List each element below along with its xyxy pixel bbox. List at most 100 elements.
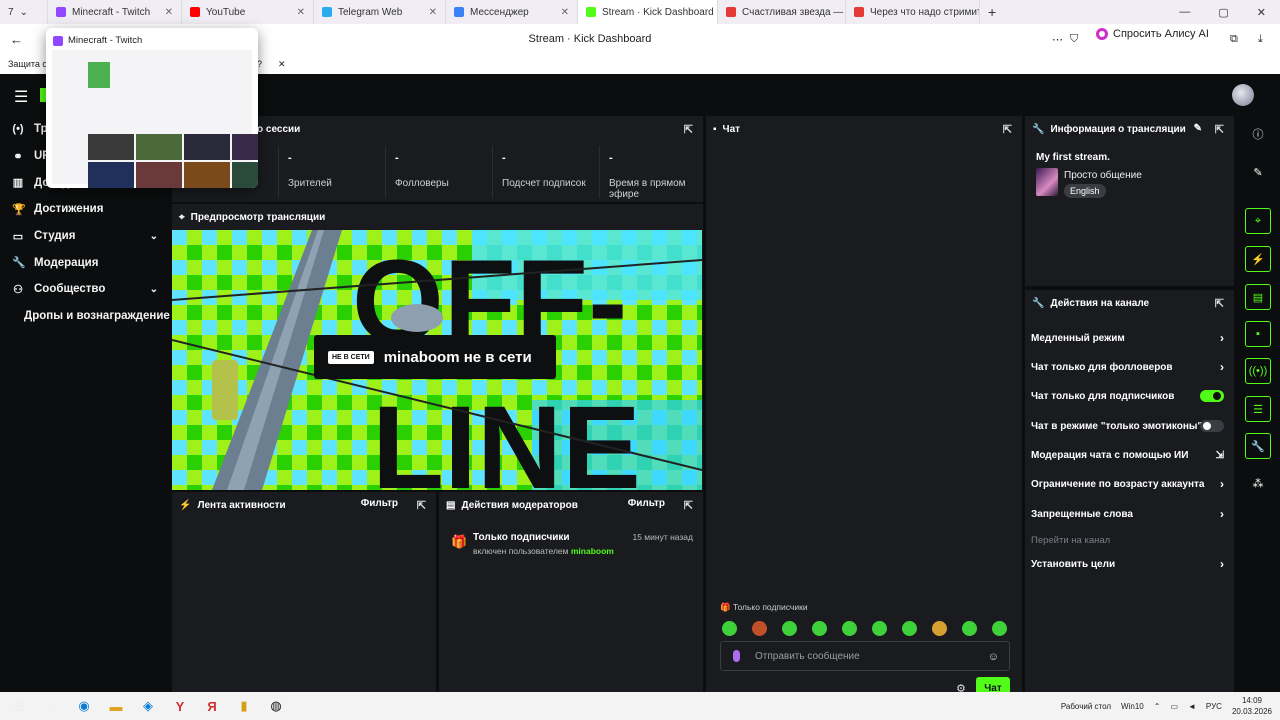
weather-label[interactable]: Win10 [1121, 702, 1144, 711]
minimize-icon[interactable]: — [1179, 6, 1190, 19]
pencil-icon[interactable]: ✎ [1245, 159, 1271, 185]
channel-action[interactable]: Чат только для фолловеров › [1031, 357, 1224, 377]
emote-icon[interactable] [992, 621, 1007, 636]
emote-icon[interactable] [902, 621, 917, 636]
chat-panel: ▪ Чат ⇱ 🎁 Только подписчики Отправить со… [706, 116, 1022, 692]
session-stat: - Зрителей [288, 152, 384, 189]
app-icon[interactable]: ▮ [232, 696, 256, 716]
browser-tab[interactable]: Мессенджер ✕ [446, 0, 578, 24]
channel-action[interactable]: Чат в режиме "только эмотиконы" [1031, 416, 1224, 436]
close-tab-icon[interactable]: ✕ [429, 7, 437, 18]
document-icon[interactable]: ▤ [1245, 284, 1271, 310]
mod-actions-title: Действия модераторов [461, 499, 578, 511]
browser-tab[interactable]: Telegram Web ✕ [314, 0, 446, 24]
mod-entry-user[interactable]: minaboom [571, 546, 614, 556]
channel-action[interactable]: Медленный режим › [1031, 328, 1224, 348]
broadcast-icon[interactable]: ((•)) [1245, 358, 1271, 384]
expand-icon[interactable]: ⇱ [1003, 123, 1012, 136]
desktop-label[interactable]: Рабочий стол [1061, 702, 1111, 711]
sidebar-item[interactable]: ▭ Студия ⌄ [0, 223, 172, 250]
mic-icon[interactable] [733, 650, 740, 662]
sidebar-item[interactable]: 🔧 Модерация [0, 249, 172, 276]
maximize-icon[interactable]: ▢ [1218, 6, 1228, 19]
chat-input[interactable]: Отправить сообщение ☺ [720, 641, 1010, 671]
sidebar-item[interactable]: Дропы и вознаграждение [0, 303, 172, 330]
yandex-icon[interactable]: Y [168, 696, 192, 716]
channel-action[interactable]: Ограничение по возрасту аккаунта › [1031, 474, 1224, 494]
network-icon[interactable]: ▭ [1170, 702, 1178, 711]
chevron-right-icon: › [1220, 331, 1224, 345]
emote-icon[interactable] [782, 621, 797, 636]
expand-icon[interactable]: ⇱ [1215, 123, 1224, 136]
sidebar-item[interactable]: ⚇ Сообщество ⌄ [0, 276, 172, 303]
apps-icon[interactable]: ⁂ [1245, 470, 1271, 496]
mod-filter-button[interactable]: Фильтр [628, 498, 665, 509]
stream-title: My first stream. [1036, 152, 1110, 163]
browser-tab[interactable]: Stream · Kick Dashboard✕ [578, 0, 718, 24]
obs-icon[interactable]: ◍ [264, 696, 288, 716]
twitch-icon [53, 36, 63, 46]
channel-action[interactable]: Чат только для подписчиков [1031, 386, 1224, 406]
close-icon[interactable]: ✕ [1257, 6, 1266, 19]
search-icon[interactable]: ⌕ [40, 696, 64, 716]
channel-action[interactable]: Модерация чата с помощью ИИ ⇲ [1031, 445, 1224, 465]
toggle-switch[interactable] [1200, 420, 1224, 432]
mod-action-entry: 🎁 Только подписчики включен пользователе… [451, 532, 693, 556]
expand-icon[interactable]: ⇱ [684, 499, 693, 512]
chat-send-button[interactable]: Чат [976, 677, 1010, 692]
tab-counter[interactable]: 7 ⌄ [0, 0, 48, 24]
emote-icon[interactable] [932, 621, 947, 636]
alice-button[interactable]: Спросить Алису AI [1096, 28, 1209, 40]
expand-icon[interactable]: ⇱ [684, 123, 693, 136]
channel-action[interactable]: Установить цели › [1031, 554, 1224, 574]
bolt-icon[interactable]: ⚡ [1245, 246, 1271, 272]
tray-up-icon[interactable]: ⌃ [1154, 702, 1161, 711]
chat-icon[interactable]: ▪ [1245, 321, 1271, 347]
avatar[interactable] [1232, 84, 1254, 106]
clock[interactable]: 14:09 20.03.2026 [1232, 695, 1272, 717]
stream-category[interactable]: Просто общение [1064, 170, 1142, 181]
browser-tab[interactable]: Счастливая звезда — смо✕ [718, 0, 846, 24]
emote-icon[interactable] [842, 621, 857, 636]
more-icon[interactable]: ⋯ [1052, 33, 1063, 46]
toggle-switch[interactable] [1200, 390, 1224, 402]
emote-icon[interactable] [872, 621, 887, 636]
emote-icon[interactable] [962, 621, 977, 636]
expand-icon[interactable]: ⇱ [1215, 297, 1224, 310]
folder-icon[interactable]: ▬ [104, 696, 128, 716]
menu-icon[interactable]: ☰ [14, 87, 28, 107]
edge-icon[interactable]: ◉ [72, 696, 96, 716]
channel-action[interactable]: Запрещенные слова › [1031, 504, 1224, 524]
windows-start-icon[interactable]: ⊞ [8, 696, 32, 716]
wrench-icon[interactable]: 🔧 [1245, 433, 1271, 459]
layers-icon[interactable]: ☰ [1245, 396, 1271, 422]
activity-filter-button[interactable]: Фильтр [361, 498, 398, 509]
browser-tab[interactable]: YouTube ✕ [182, 0, 314, 24]
download-icon[interactable]: ⤓ [1258, 33, 1263, 46]
bookmark-icon[interactable]: ⛉ [1070, 33, 1078, 46]
language-indicator[interactable]: РУС [1206, 702, 1222, 711]
gear-icon[interactable]: ⚙ [956, 682, 966, 692]
close-tab-icon[interactable]: ✕ [561, 7, 569, 18]
yandex-browser-icon[interactable]: Я [200, 696, 224, 716]
expand-icon[interactable]: ⇱ [417, 499, 426, 512]
channel-action[interactable]: Перейти на канал [1031, 530, 1224, 550]
close-tab-icon[interactable]: ✕ [165, 7, 173, 18]
emote-icon[interactable] [812, 621, 827, 636]
browser-tab[interactable]: Через что надо стримить✕ [846, 0, 980, 24]
store-icon[interactable]: ◈ [136, 696, 160, 716]
volume-icon[interactable]: ◄ [1188, 702, 1196, 711]
close-tab-icon[interactable]: ✕ [297, 7, 305, 18]
emote-icon[interactable] [752, 621, 767, 636]
edit-icon[interactable]: ✎ [1194, 123, 1202, 134]
new-tab-button[interactable]: + [980, 0, 1004, 24]
info-icon[interactable]: ⓘ [1245, 121, 1271, 147]
sidebar-item[interactable]: 🏆 Достижения [0, 196, 172, 223]
focus-icon[interactable]: ⌖ [1245, 208, 1271, 234]
dismiss-icon[interactable]: ✕ [278, 59, 286, 70]
emoji-icon[interactable]: ☺ [988, 651, 999, 663]
session-title: о сессии [257, 123, 301, 135]
browser-tab[interactable]: Minecraft - Twitch ✕ [48, 0, 182, 24]
emote-icon[interactable] [722, 621, 737, 636]
extensions-icon[interactable]: ⧉ [1230, 33, 1238, 46]
